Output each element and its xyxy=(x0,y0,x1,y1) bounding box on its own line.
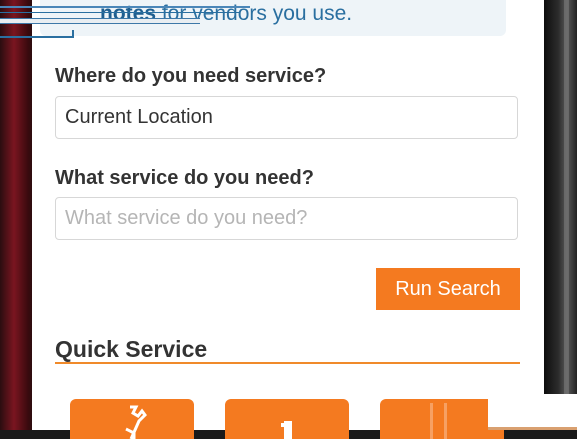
quick-service-tile-3[interactable] xyxy=(380,399,504,439)
location-input[interactable] xyxy=(55,96,518,139)
service-label: What service do you need? xyxy=(55,167,314,189)
run-search-button[interactable]: Run Search xyxy=(376,268,520,310)
overlay-line xyxy=(0,12,240,13)
quick-service-title: Quick Service xyxy=(55,336,208,362)
background-right xyxy=(543,0,577,430)
service-input[interactable] xyxy=(55,197,518,240)
overlay-line xyxy=(0,30,74,38)
banner-overlay xyxy=(0,0,250,40)
wrench-icon xyxy=(125,405,147,439)
overlay-line xyxy=(0,18,200,24)
section-divider xyxy=(55,362,520,364)
location-label: Where do you need service? xyxy=(55,65,327,87)
tool-icon xyxy=(430,403,447,439)
background-stripe xyxy=(564,0,569,430)
quick-service-tile-1[interactable] xyxy=(70,399,194,439)
bucket-icon xyxy=(281,421,292,439)
overlay-corner xyxy=(488,394,577,430)
quick-service-tile-2[interactable] xyxy=(225,399,349,439)
overlay-line xyxy=(0,6,250,8)
